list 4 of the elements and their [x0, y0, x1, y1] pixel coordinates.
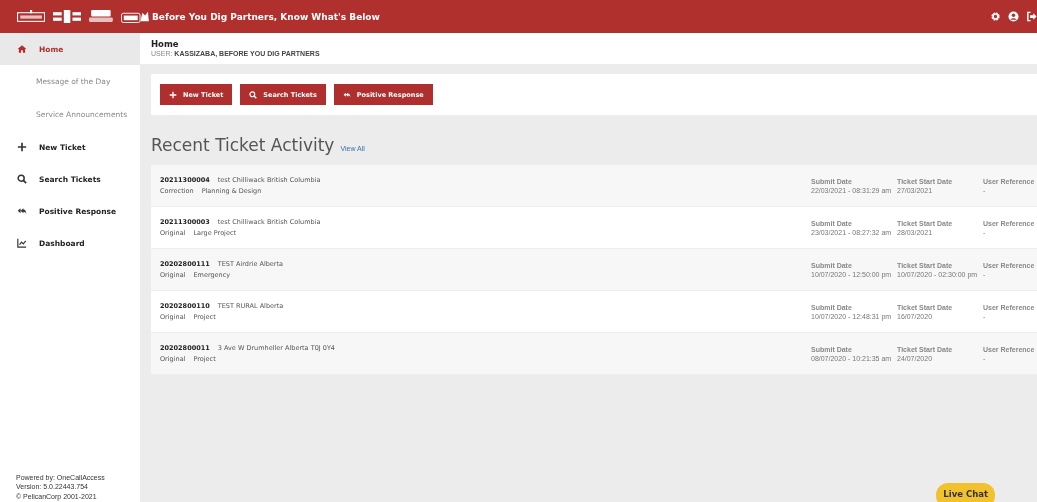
page-title: Home	[151, 39, 180, 49]
app-title: Before You Dig Partners, Know What's Below	[152, 11, 380, 22]
live-chat-button[interactable]: Live Chat	[936, 483, 995, 502]
section-title: Recent Ticket Activity	[151, 135, 335, 155]
